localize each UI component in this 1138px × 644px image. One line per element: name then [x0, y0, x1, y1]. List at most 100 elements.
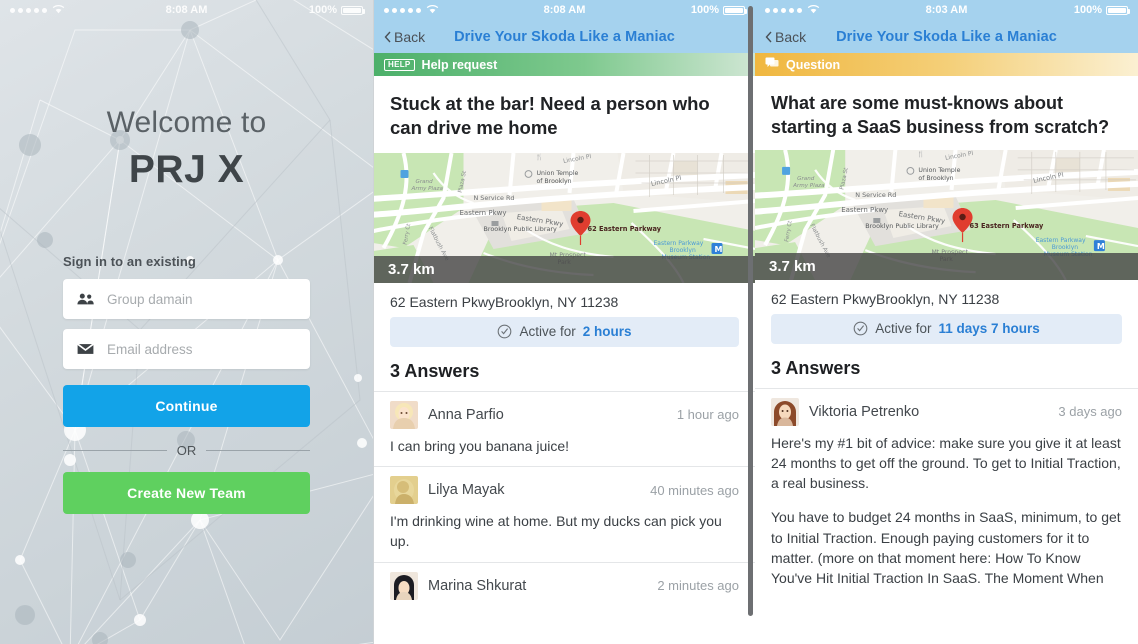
right-question-text: What are some must-knows about starting …: [771, 93, 1110, 137]
answer-time: 1 hour ago: [676, 407, 739, 423]
battery-icon: [341, 5, 365, 15]
right-address: 62 Eastern PkwyBrooklyn, NY 11238: [771, 290, 1000, 307]
email-field[interactable]: [63, 329, 310, 369]
clock-check-icon: [497, 324, 512, 339]
svg-text:of Brooklyn: of Brooklyn: [918, 174, 953, 181]
svg-text:63 Eastern Parkway: 63 Eastern Parkway: [970, 222, 1044, 230]
right-active-for-bar: Active for 11 days 7 hours: [771, 313, 1122, 344]
svg-text:Army Plaza: Army Plaza: [792, 182, 825, 188]
svg-text:N Service Rd: N Service Rd: [474, 194, 515, 202]
answer-text: I can bring you banana juice!: [390, 437, 570, 454]
back-label: Back: [775, 28, 807, 45]
group-domain-field[interactable]: [63, 279, 310, 319]
answer-header: Lilya Mayak 40 minutes ago: [390, 476, 739, 505]
middle-active-for-bar: Active for 2 hours: [390, 316, 739, 347]
active-for-label: Active for: [875, 321, 932, 336]
divider-line-right: [206, 450, 310, 451]
continue-button[interactable]: Continue: [63, 385, 310, 427]
svg-text:N Service Rd: N Service Rd: [855, 190, 896, 198]
welcome-heading: Welcome to: [106, 106, 267, 139]
create-new-team-button[interactable]: Create New Team: [63, 472, 310, 514]
question-panel: 8:03 AM 100% Back Drive Your Skoda Like …: [755, 0, 1138, 644]
answer-item[interactable]: Viktoria Petrenko 3 days ago Here's my #…: [755, 387, 1138, 599]
middle-map[interactable]: Grand Army Plaza Union Temple of Brookly…: [374, 152, 755, 283]
avatar: [390, 476, 418, 505]
answer-item[interactable]: Marina Shkurat 2 minutes ago: [374, 561, 755, 600]
people-icon: [77, 293, 99, 305]
svg-text:of Brooklyn: of Brooklyn: [537, 178, 572, 185]
or-divider: OR: [63, 443, 310, 458]
back-button[interactable]: Back: [765, 29, 806, 45]
right-answers-heading: 3 Answers: [771, 357, 861, 378]
middle-navbar: Back Drive Your Skoda Like a Maniac: [374, 20, 755, 53]
active-for-value: 2 hours: [582, 324, 632, 340]
answer-paragraph: You have to budget 24 months in SaaS, mi…: [771, 509, 1121, 587]
svg-text:🍴: 🍴: [536, 153, 543, 161]
right-status-bar: 8:03 AM 100%: [755, 0, 1138, 20]
avatar: [390, 400, 418, 429]
svg-text:Union Temple: Union Temple: [537, 170, 579, 177]
active-for-label: Active for: [519, 324, 576, 340]
answer-author: Anna Parfio: [428, 406, 504, 423]
svg-text:M: M: [715, 245, 723, 254]
middle-question-text: Stuck at the bar! Need a person who can …: [390, 93, 710, 139]
answer-header: Viktoria Petrenko 3 days ago: [771, 397, 1122, 426]
envelope-icon: [77, 343, 99, 355]
back-button[interactable]: Back: [384, 29, 425, 45]
svg-text:62 Eastern Parkway: 62 Eastern Parkway: [588, 225, 662, 233]
answer-paragraph: Here's my #1 bit of advice: make sure yo…: [771, 434, 1121, 492]
middle-answers-heading: 3 Answers: [390, 360, 480, 381]
map-distance-label: 3.7 km: [374, 255, 755, 283]
welcome-body: Welcome to PRJ X Sign in to an existing: [0, 106, 373, 644]
help-request-panel: 8:08 AM 100% Back Drive Your Skoda Like …: [373, 0, 755, 644]
right-map[interactable]: Grand Army Plaza Union Temple of Brookly…: [755, 149, 1138, 280]
help-request-badge: HELP Help request: [374, 53, 755, 76]
middle-answers-list: Anna Parfio 1 hour ago I can bring you b…: [374, 390, 755, 644]
answer-item[interactable]: Anna Parfio 1 hour ago I can bring you b…: [374, 390, 755, 466]
answer-header: Anna Parfio 1 hour ago: [390, 400, 739, 429]
middle-address: 62 Eastern PkwyBrooklyn, NY 11238: [390, 293, 619, 310]
svg-text:Eastern Pkwy: Eastern Pkwy: [841, 204, 888, 213]
answer-author: Lilya Mayak: [428, 482, 505, 499]
svg-text:Grand: Grand: [416, 179, 434, 185]
svg-text:Brooklyn Public Library: Brooklyn Public Library: [484, 225, 558, 233]
svg-text:Eastern Pkwy: Eastern Pkwy: [460, 209, 507, 217]
left-status-bar: 8:08 AM 100%: [0, 0, 373, 20]
right-status-time: 8:03 AM: [925, 4, 968, 16]
svg-text:Eastern Parkway: Eastern Parkway: [654, 240, 704, 247]
brand-title: PRJ X: [128, 148, 245, 191]
badge-label: Question: [786, 57, 841, 72]
answer-time: 40 minutes ago: [650, 482, 739, 498]
email-input[interactable]: [99, 341, 296, 357]
svg-text:Union Temple: Union Temple: [918, 166, 960, 173]
map-distance-label: 3.7 km: [755, 252, 1138, 280]
three-panel-screenshot: 8:08 AM 100% Welcome to PRJ X Sign in to…: [0, 0, 1138, 644]
answer-time: 2 minutes ago: [657, 578, 739, 594]
left-status-time: 8:08 AM: [165, 4, 208, 16]
answer-item[interactable]: Lilya Mayak 40 minutes ago I'm drinking …: [374, 466, 755, 562]
svg-text:Brooklyn: Brooklyn: [670, 247, 696, 254]
welcome-panel: 8:08 AM 100% Welcome to PRJ X Sign in to…: [0, 0, 373, 644]
avatar: [390, 571, 418, 600]
question-badge: Question: [755, 53, 1138, 76]
svg-text:Army Plaza: Army Plaza: [411, 186, 444, 192]
back-label: Back: [394, 28, 426, 45]
help-tag: HELP: [384, 58, 415, 71]
answer-text: Here's my #1 bit of advice: make sure yo…: [771, 426, 1122, 599]
svg-text:M: M: [1097, 242, 1105, 251]
svg-text:Grand: Grand: [797, 175, 815, 181]
middle-status-bar: 8:08 AM 100%: [374, 0, 755, 20]
or-label: OR: [176, 443, 197, 458]
chevron-left-icon: [384, 31, 391, 42]
right-answers-list: Viktoria Petrenko 3 days ago Here's my #…: [755, 387, 1138, 644]
svg-text:Brooklyn Public Library: Brooklyn Public Library: [865, 222, 939, 230]
middle-page-title: Drive Your Skoda Like a Maniac: [454, 28, 675, 45]
answer-text: I'm drinking wine at home. But my ducks …: [390, 513, 722, 550]
group-domain-input[interactable]: [99, 291, 296, 307]
middle-scrollbar[interactable]: [748, 6, 753, 616]
svg-text:🍴: 🍴: [917, 150, 924, 158]
clock-check-icon: [853, 321, 868, 336]
divider-line-left: [63, 450, 167, 451]
battery-icon: [1106, 5, 1130, 15]
answer-time: 3 days ago: [1058, 404, 1122, 419]
